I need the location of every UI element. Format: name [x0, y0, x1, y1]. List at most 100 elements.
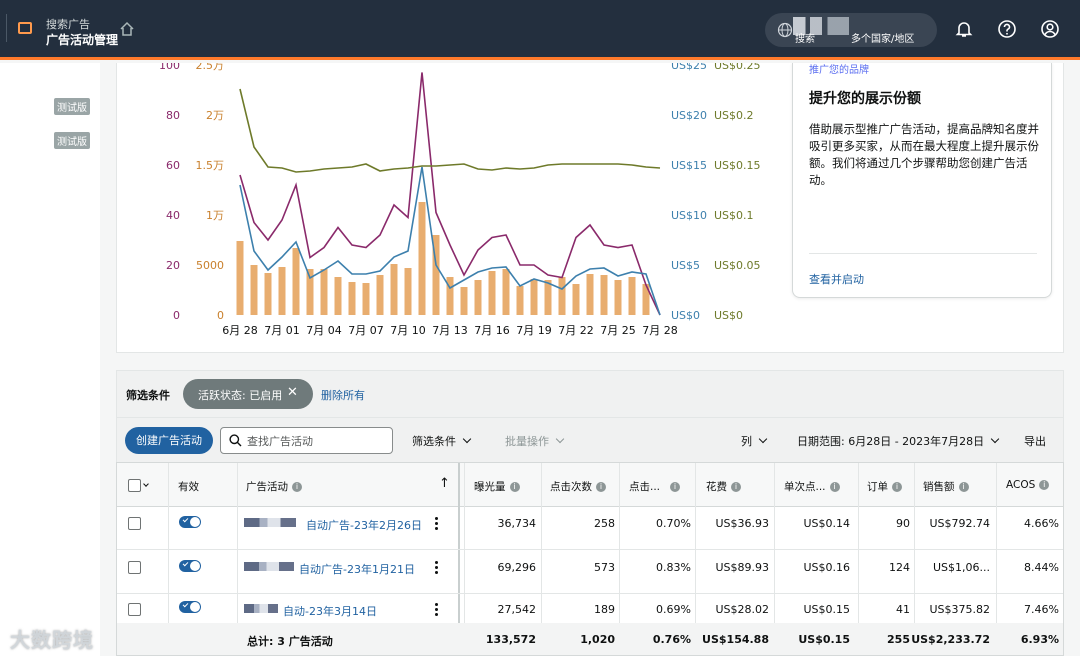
- clicks-value: 189: [594, 603, 615, 616]
- more-options-icon[interactable]: [435, 517, 438, 532]
- total-orders: 255: [887, 633, 910, 646]
- bulk-actions-label: 批量操作: [505, 435, 549, 448]
- more-options-icon[interactable]: [435, 561, 438, 576]
- help-icon[interactable]: [997, 19, 1017, 39]
- select-all-checkbox[interactable]: [128, 479, 141, 492]
- info-icon: i: [670, 482, 681, 492]
- table-row[interactable]: 自动广告-23年2月26日 36,734 258 0.70% US$36.93 …: [117, 507, 1063, 550]
- account-name: 搜索: [795, 34, 815, 45]
- header-acos-label: ACOS: [1006, 479, 1036, 491]
- header-clicks[interactable]: 点击次数 i: [550, 479, 606, 494]
- y-tick-label: 80: [166, 109, 180, 122]
- row-checkbox[interactable]: [128, 603, 141, 616]
- total-clicks: 1,020: [580, 633, 615, 646]
- home-icon[interactable]: [119, 21, 135, 37]
- header-cpc[interactable]: 单次点... i: [784, 479, 840, 494]
- bulk-actions-dropdown[interactable]: 批量操作: [505, 433, 565, 449]
- clear-all-filters-link[interactable]: 删除所有: [321, 387, 365, 403]
- info-icon: i: [509, 482, 520, 492]
- chart-bar: [292, 248, 300, 315]
- orders-value: 124: [889, 561, 910, 574]
- app-subtitle: 搜索广告: [46, 18, 90, 31]
- bell-icon[interactable]: [954, 19, 974, 39]
- y-tick-label: US$0.25: [714, 63, 761, 72]
- cpc-value: US$0.16: [803, 561, 850, 574]
- user-profile-icon[interactable]: [1040, 19, 1060, 39]
- header-ctr[interactable]: 点击... i: [629, 479, 681, 494]
- search-input[interactable]: [247, 431, 387, 451]
- info-icon: i: [731, 482, 741, 492]
- chart-bar: [572, 284, 580, 315]
- promo-brand-link[interactable]: 推广您的品牌: [809, 61, 869, 76]
- campaign-search[interactable]: [220, 427, 393, 454]
- sort-up-arrow-icon[interactable]: ↑: [439, 476, 450, 491]
- campaigns-table: 有效 广告活动 i ↑ 曝光量 i 点击次数 i 点击... i 花费 i 单次点... i…: [116, 462, 1064, 656]
- row-checkbox[interactable]: [128, 561, 141, 574]
- close-icon[interactable]: ✕: [287, 385, 298, 400]
- impressions-value: 36,734: [497, 517, 537, 530]
- ctr-value: 0.70%: [656, 517, 691, 530]
- campaign-name-link[interactable]: 自动广告-23年2月26日: [306, 517, 422, 533]
- y-tick-label: US$0.05: [714, 259, 761, 272]
- chart-bar: [544, 280, 552, 315]
- y-tick-label: US$20: [671, 109, 707, 122]
- more-options-icon[interactable]: [435, 603, 438, 618]
- filter-chip-label: 活跃状态: 已启用: [198, 389, 283, 402]
- totals-label: 总计: 3 广告活动: [247, 635, 333, 648]
- info-icon: i: [958, 482, 969, 492]
- header-acos[interactable]: ACOS i: [1006, 479, 1050, 491]
- y-tick-label: 2.5万: [196, 63, 225, 72]
- header-sales-label: 销售额: [923, 481, 955, 493]
- chart-bar: [264, 273, 272, 315]
- promo-title: 提升您的展示份额: [809, 91, 921, 107]
- chevron-down-icon: [990, 434, 1000, 444]
- active-toggle[interactable]: [179, 516, 201, 528]
- divider: [6, 14, 7, 42]
- table-row[interactable]: 自动广告-23年1月21日 69,296 573 0.83% US$89.93 …: [117, 551, 1063, 594]
- filter-chip-active-status[interactable]: 活跃状态: 已启用 ✕: [183, 379, 313, 409]
- table-row[interactable]: 自动-23年3月14日 27,542 189 0.69% US$28.02 US…: [117, 595, 1063, 623]
- columns-label: 列: [741, 435, 752, 448]
- account-switcher[interactable]: 搜索 多个国家/地区: [765, 13, 937, 47]
- header-impressions[interactable]: 曝光量 i: [474, 479, 520, 494]
- y-tick-label: 2万: [206, 109, 224, 122]
- header-spend[interactable]: 花费 i: [706, 479, 741, 494]
- chevron-down-icon[interactable]: [143, 481, 149, 487]
- chart-bar: [488, 271, 496, 315]
- clicks-value: 573: [594, 561, 615, 574]
- header-campaign[interactable]: 广告活动 i: [246, 479, 302, 494]
- chart-bar: [474, 280, 482, 315]
- performance-chart: 100 2.5万 US$25 US$0.25 80 2万 US$20 US$0.2 60 1.5万…: [159, 63, 761, 337]
- header-orders[interactable]: 订单 i: [867, 479, 902, 494]
- y-tick-label: 20: [166, 259, 180, 272]
- review-and-launch-link[interactable]: 查看并启动: [809, 271, 864, 287]
- export-button[interactable]: 导出: [1024, 433, 1046, 449]
- campaign-name-link[interactable]: 自动广告-23年1月21日: [299, 561, 415, 577]
- total-ctr: 0.76%: [652, 633, 691, 646]
- filter-label: 筛选条件: [126, 389, 170, 402]
- ctr-value: 0.69%: [656, 603, 691, 616]
- total-sales: US$2,233.72: [911, 633, 990, 646]
- chart-bar: [250, 265, 258, 315]
- clicks-value: 258: [594, 517, 615, 530]
- campaign-name-link[interactable]: 自动-23年3月14日: [283, 603, 377, 619]
- active-toggle[interactable]: [179, 560, 201, 572]
- promo-card: 推广您的品牌 提升您的展示份额 借助展示型推广广告活动，提高品牌知名度并吸引更多…: [792, 63, 1052, 298]
- y-tick-label: US$0.1: [714, 209, 754, 222]
- active-toggle[interactable]: [179, 601, 201, 613]
- create-campaign-button[interactable]: 创建广告活动: [125, 427, 213, 454]
- chart-bar: [530, 279, 538, 315]
- info-icon: i: [596, 482, 606, 492]
- header-spend-label: 花费: [706, 481, 727, 493]
- info-icon: i: [829, 482, 840, 492]
- columns-dropdown[interactable]: 列: [741, 433, 768, 449]
- date-range-dropdown[interactable]: 日期范围: 6月28日 - 2023年7月28日: [797, 433, 1000, 449]
- wallet-icon[interactable]: [18, 22, 32, 34]
- header-sales[interactable]: 销售额 i: [923, 479, 969, 494]
- ctr-value: 0.83%: [656, 561, 691, 574]
- filter-dropdown[interactable]: 筛选条件: [412, 433, 472, 449]
- chart-bar: [628, 277, 636, 315]
- header-active[interactable]: 有效: [178, 479, 199, 494]
- row-checkbox[interactable]: [128, 517, 141, 530]
- y-tick-label: US$15: [671, 159, 707, 172]
